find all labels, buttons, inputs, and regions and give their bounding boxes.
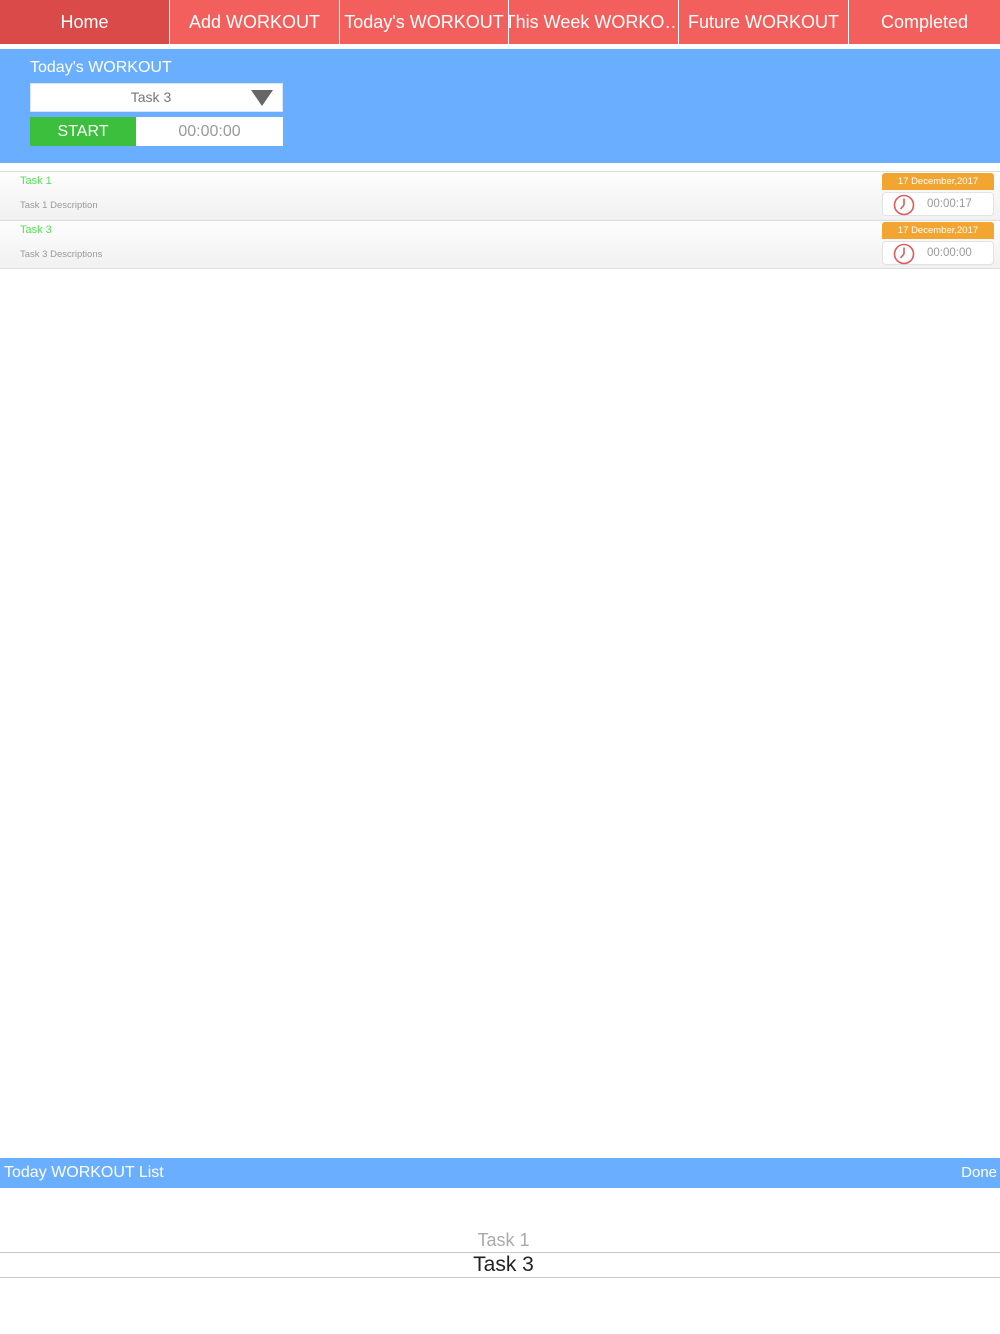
- task-description: Task 1 Description: [20, 200, 98, 211]
- task-row[interactable]: Task 3 Task 3 Descriptions 17 December,2…: [0, 220, 1000, 269]
- tab-future-workout[interactable]: Future WORKOUT: [679, 0, 849, 44]
- task-name: Task 1: [20, 175, 52, 187]
- panel-title: Today's WORKOUT: [30, 59, 172, 76]
- workout-picker[interactable]: Task 1 Task 3: [0, 1188, 1000, 1334]
- tab-this-week-workout[interactable]: This Week WORKO…: [509, 0, 679, 44]
- picker-option-selected[interactable]: Task 3: [0, 1253, 1000, 1277]
- tab-bar: Home Add WORKOUT Today's WORKOUT This We…: [0, 0, 1000, 44]
- task-name: Task 3: [20, 224, 52, 236]
- clock-icon: [893, 243, 915, 265]
- task-description: Task 3 Descriptions: [20, 249, 103, 260]
- picker-selection-line-bottom: [0, 1277, 1000, 1278]
- timer-display: 00:00:00: [136, 117, 283, 146]
- elapsed-time: 00:00:17: [927, 198, 972, 210]
- clock-icon: [893, 194, 915, 216]
- task-dropdown-value: Task 3: [130, 89, 172, 105]
- picker-title: Today WORKOUT List: [4, 1164, 164, 1181]
- task-dropdown[interactable]: Task 3: [30, 83, 283, 112]
- tab-add-workout[interactable]: Add WORKOUT: [170, 0, 340, 44]
- elapsed-time: 00:00:00: [927, 247, 972, 259]
- todays-workout-panel: Today's WORKOUT Task 3 START 00:00:00: [0, 49, 1000, 163]
- elapsed-time-box: 00:00:00: [882, 241, 994, 265]
- elapsed-time-box: 00:00:17: [882, 192, 994, 216]
- tab-completed[interactable]: Completed: [849, 0, 1000, 44]
- dropdown-arrow-icon[interactable]: [251, 90, 273, 106]
- picker-toolbar: Today WORKOUT List Done: [0, 1158, 1000, 1188]
- start-button[interactable]: START: [30, 117, 136, 146]
- task-list: Task 1 Task 1 Description 17 December,20…: [0, 171, 1000, 269]
- tab-todays-workout[interactable]: Today's WORKOUT: [340, 0, 509, 44]
- date-badge: 17 December,2017: [882, 173, 994, 190]
- done-button[interactable]: Done: [961, 1158, 997, 1188]
- date-badge: 17 December,2017: [882, 222, 994, 239]
- picker-option[interactable]: Task 1: [0, 1230, 1000, 1251]
- task-row[interactable]: Task 1 Task 1 Description 17 December,20…: [0, 171, 1000, 220]
- tab-home[interactable]: Home: [0, 0, 170, 44]
